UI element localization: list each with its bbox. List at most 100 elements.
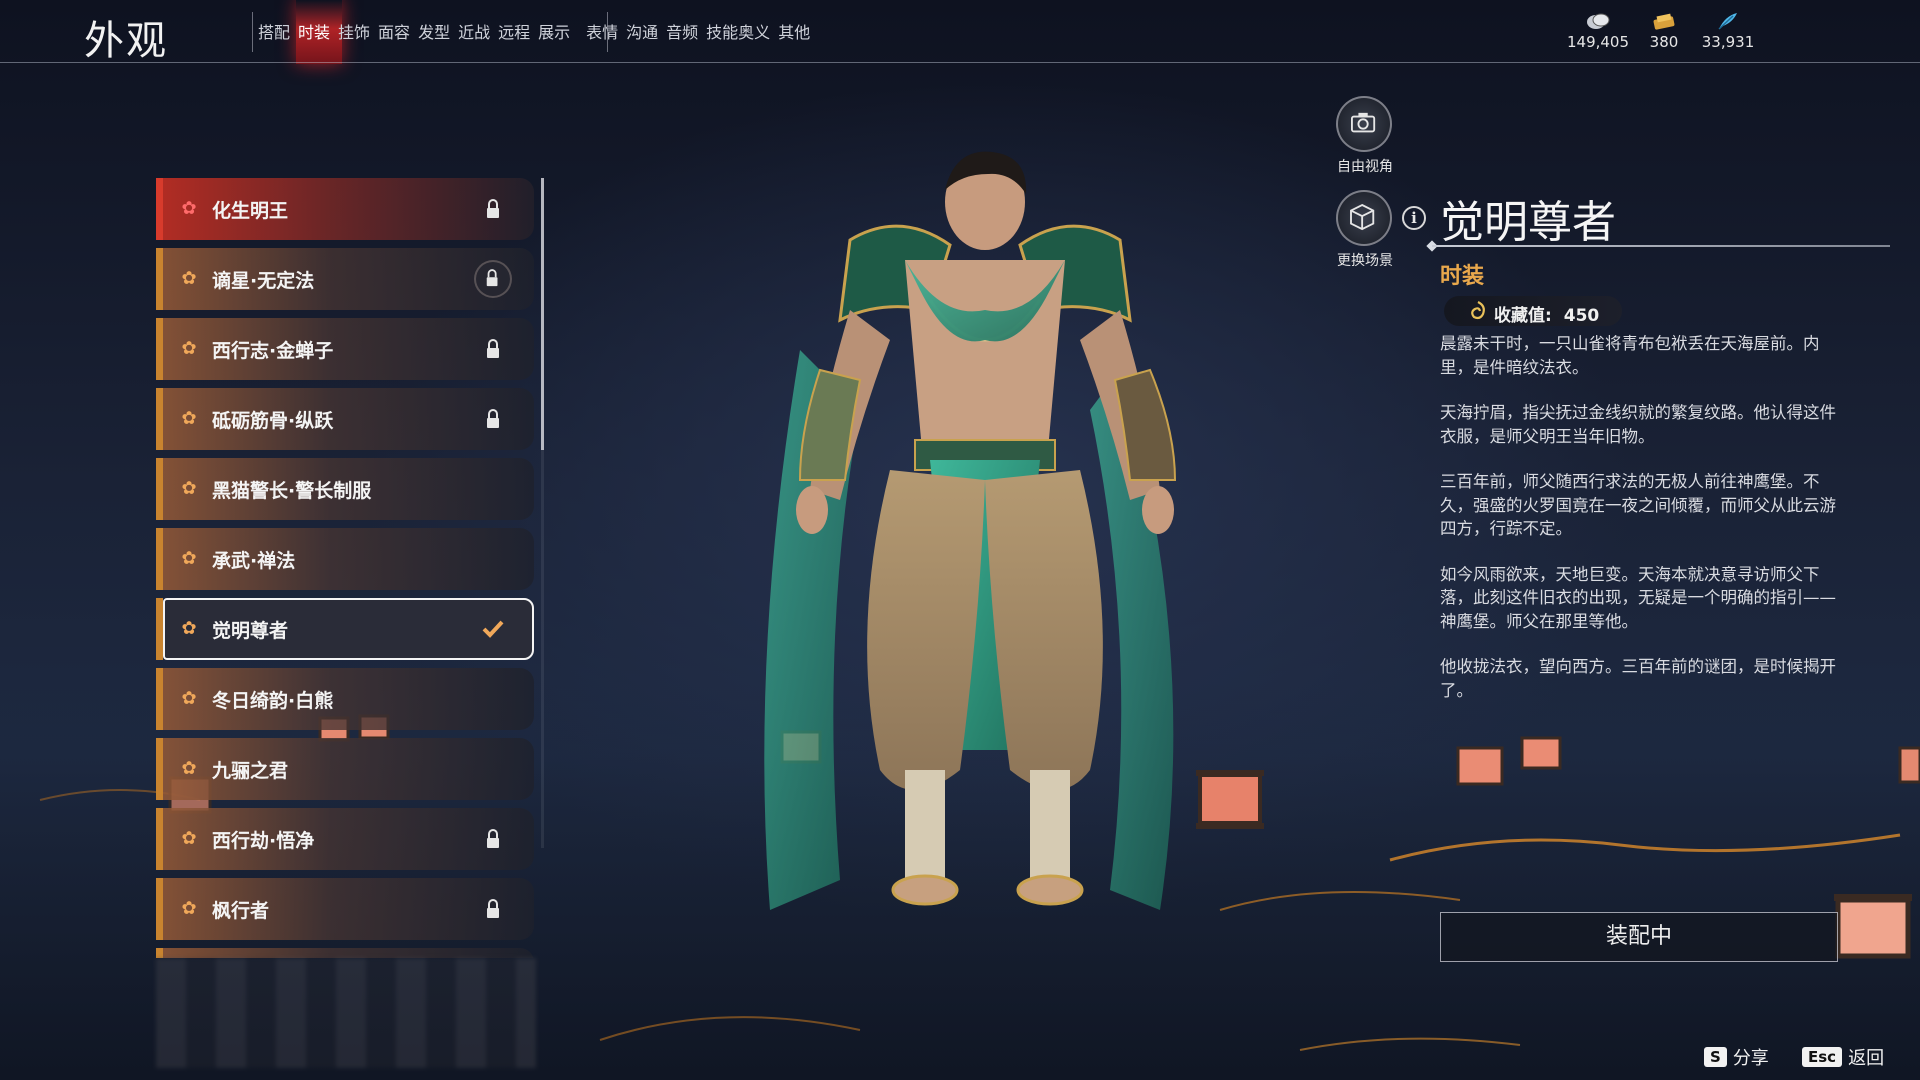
outfit-item[interactable]: ✿ 承武·禅法 <box>156 528 534 590</box>
title-divider <box>1432 245 1890 247</box>
tab-ranged[interactable]: 远程 <box>498 22 530 44</box>
rarity-stripe <box>156 528 163 590</box>
lock-icon <box>487 829 499 848</box>
outfit-item[interactable]: ✿ 化生明王 <box>156 178 534 240</box>
outfit-item-label: 冬日绮韵·白熊 <box>212 690 334 712</box>
item-description: 晨露未干时，一只山雀将青布包袱丢在天海屋前。内里，是件暗纹法衣。 天海拧眉，指尖… <box>1440 332 1850 724</box>
checkmark-icon <box>482 620 504 638</box>
lock-icon <box>487 409 499 428</box>
tab-other[interactable]: 其他 <box>778 22 810 44</box>
description-paragraph: 天海拧眉，指尖抚过金线织就的繁复纹路。他认得这件衣服，是师父明王当年旧物。 <box>1440 403 1836 446</box>
flower-mark-icon: ✿ <box>181 408 197 429</box>
equip-button[interactable]: 装配中 <box>1440 912 1838 962</box>
rarity-stripe <box>156 458 163 520</box>
list-scrollbar-thumb[interactable] <box>541 178 544 450</box>
outfit-item-label: 西行劫·悟净 <box>212 830 315 852</box>
rarity-stripe <box>156 668 163 730</box>
flower-mark-icon: ✿ <box>181 478 197 499</box>
share-label: 分享 <box>1732 1048 1769 1069</box>
rarity-stripe <box>156 738 163 800</box>
character-model[interactable] <box>730 150 1250 1050</box>
rarity-stripe <box>156 318 163 380</box>
coin-icon <box>1587 13 1610 29</box>
tab-melee[interactable]: 近战 <box>458 22 490 44</box>
lock-icon <box>487 339 499 358</box>
tab-accessory[interactable]: 挂饰 <box>338 22 370 44</box>
lock-icon <box>487 199 499 218</box>
outfit-item[interactable]: ✿ 西行劫·悟净 <box>156 808 534 870</box>
outfit-item-label: 砥砺筋骨·纵跃 <box>212 410 334 432</box>
outfit-item-label: 承武·禅法 <box>212 550 296 572</box>
feather-icon <box>1718 13 1737 30</box>
currency-feathers-value: 33,931 <box>1701 33 1755 51</box>
rarity-stripe <box>156 248 163 310</box>
outfit-item-label: 西行志·金蝉子 <box>212 340 334 362</box>
outfit-item[interactable]: ✿ 枫行者 <box>156 878 534 940</box>
outfit-item[interactable]: ✿ 九骊之君 <box>156 738 534 800</box>
rarity-stripe <box>156 808 163 870</box>
outfit-list: ✿ 化生明王 ✿ 谪星·无定法 ✿ 西行志·金蝉子 ✿ 砥砺筋骨·纵跃 ✿ 黑猫… <box>156 178 536 958</box>
outfit-item-label: 谪星·无定法 <box>212 270 315 292</box>
outfit-item-label: 化生明王 <box>212 200 289 222</box>
ticket-icon <box>1653 13 1675 30</box>
outfit-item-partial[interactable] <box>156 948 534 958</box>
free-camera-label: 自由视角 <box>1337 159 1393 175</box>
description-paragraph: 他收拢法衣，望向西方。三百年前的谜团，是时候揭开了。 <box>1440 657 1836 700</box>
description-paragraph: 如今风雨欲来，天地巨变。天海本就决意寻访师父下落，此刻这件旧衣的出现，无疑是一个… <box>1440 564 1836 631</box>
flower-mark-icon: ✿ <box>181 548 197 569</box>
rarity-stripe <box>156 878 163 940</box>
flower-mark-icon: ✿ <box>181 688 197 709</box>
change-scene-label: 更换场景 <box>1337 253 1393 269</box>
rarity-stripe <box>156 178 163 240</box>
outfit-item-label: 黑猫警长·警长制服 <box>212 480 372 502</box>
tab-skill-ultimate[interactable]: 技能奥义 <box>706 22 770 44</box>
change-scene-button[interactable] <box>1336 190 1392 246</box>
tab-showcase[interactable]: 展示 <box>538 22 570 44</box>
outfit-item[interactable]: ✿ 西行志·金蝉子 <box>156 318 534 380</box>
back-hint[interactable]: Esc 返回 <box>1802 1044 1884 1070</box>
collection-label: 收藏值: <box>1494 306 1552 326</box>
back-key: Esc <box>1802 1047 1843 1067</box>
collection-value: 450 <box>1563 306 1600 326</box>
outfit-item[interactable]: ✿ 谪星·无定法 <box>156 248 534 310</box>
outfit-item[interactable]: ✿ 黑猫警长·警长制服 <box>156 458 534 520</box>
tab-divider <box>252 12 253 52</box>
category-tabs: 搭配 时装 挂饰 面容 发型 近战 远程 展示 表情 沟通 音频 技能奥义 其他 <box>258 22 818 44</box>
flower-mark-icon: ✿ <box>181 268 197 289</box>
camera-icon <box>1351 112 1376 133</box>
flower-mark-icon: ✿ <box>181 618 197 639</box>
outfit-item-label: 觉明尊者 <box>212 620 289 642</box>
tab-fashion[interactable]: 时装 <box>298 22 330 44</box>
tab-communication[interactable]: 沟通 <box>626 22 658 44</box>
collection-value-text: 收藏值: 450 <box>1494 301 1599 326</box>
info-icon[interactable]: i <box>1402 206 1426 230</box>
currency-feathers: 33,931 <box>1688 12 1768 51</box>
item-category: 时装 <box>1440 264 1485 289</box>
blurred-region <box>156 958 536 1068</box>
free-camera-button[interactable] <box>1336 96 1392 152</box>
item-title: 觉明尊者 <box>1440 197 1616 248</box>
flower-mark-icon: ✿ <box>181 198 197 219</box>
back-label: 返回 <box>1848 1048 1885 1069</box>
share-hint[interactable]: S 分享 <box>1704 1044 1769 1070</box>
rarity-stripe <box>156 598 163 660</box>
tab-hairstyle[interactable]: 发型 <box>418 22 450 44</box>
tab-outfit-set[interactable]: 搭配 <box>258 22 290 44</box>
tab-face[interactable]: 面容 <box>378 22 410 44</box>
outfit-item-selected[interactable]: ✿ 觉明尊者 <box>156 598 534 660</box>
lock-icon <box>487 899 499 918</box>
tab-audio[interactable]: 音频 <box>666 22 698 44</box>
header-divider <box>0 62 1920 63</box>
outfit-item[interactable]: ✿ 冬日绮韵·白熊 <box>156 668 534 730</box>
description-paragraph: 晨露未干时，一只山雀将青布包袱丢在天海屋前。内里，是件暗纹法衣。 <box>1440 334 1820 377</box>
share-key: S <box>1704 1047 1727 1067</box>
flower-mark-icon: ✿ <box>181 338 197 359</box>
tab-emote[interactable]: 表情 <box>586 22 618 44</box>
rarity-stripe <box>156 388 163 450</box>
top-bar: 外观 搭配 时装 挂饰 面容 发型 近战 远程 展示 表情 沟通 音频 技能奥义… <box>0 0 1920 64</box>
outfit-item[interactable]: ✿ 砥砺筋骨·纵跃 <box>156 388 534 450</box>
outfit-item-label: 枫行者 <box>212 900 270 922</box>
description-paragraph: 三百年前，师父随西行求法的无极人前往神鹰堡。不久，强盛的火罗国竟在一夜之间倾覆，… <box>1440 472 1836 538</box>
page-title: 外观 <box>84 18 168 64</box>
flower-mark-icon: ✿ <box>181 758 197 779</box>
